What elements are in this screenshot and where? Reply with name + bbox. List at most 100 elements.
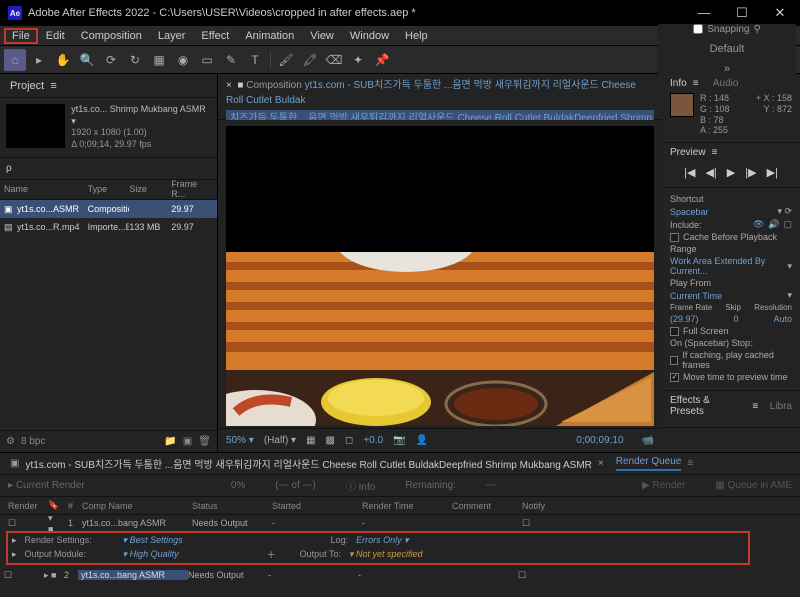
rq-item-row[interactable]: ☐ ▾ ■ 1 yt1s.co...bang ASMR Needs Output… [0,515,800,531]
render-checkbox[interactable]: ☐ [8,518,16,528]
render-info-button[interactable]: ⓘ Info [346,478,375,493]
eraser-tool-icon[interactable]: ⌫ [323,49,345,71]
workspace-more-icon[interactable]: » [724,63,730,75]
menu-composition[interactable]: Composition [73,28,150,44]
render-settings-link[interactable]: ▾ Best Settings [123,535,183,546]
next-frame-icon[interactable]: |▶ [745,166,756,179]
framerate-dropdown[interactable]: (29.97) [670,314,699,324]
output-to-link[interactable]: ▾ Not yet specified [349,549,423,560]
home-icon[interactable]: ⌂ [4,49,26,71]
fast-preview-icon[interactable]: ▦ [306,435,315,446]
transparency-icon[interactable]: ▩ [326,435,335,446]
delete-icon[interactable]: 🗑 [198,436,211,447]
bpc-toggle[interactable]: 8 bpc [21,436,45,447]
project-panel: Project ≡ yt1s.co... Shrimp Mukbang ASMR… [0,74,218,452]
menu-edit[interactable]: Edit [38,28,73,44]
camera-icon[interactable]: 📹 [642,435,654,446]
queue-ame-button[interactable]: ▦ Queue in AME [715,480,792,491]
project-search[interactable]: ρ [0,158,217,180]
skip-dropdown[interactable]: 0 [734,314,739,324]
menu-view[interactable]: View [302,28,342,44]
viewport[interactable] [218,120,662,428]
titlebar: Ae Adobe After Effects 2022 - C:\Users\U… [0,0,800,26]
orbit-tool-icon[interactable]: ⟳ [100,49,122,71]
zoom-tool-icon[interactable]: 🔍 [76,49,98,71]
cache-before-checkbox[interactable] [670,233,679,242]
fullscreen-checkbox[interactable] [670,327,679,336]
camera-tool-icon[interactable]: ▦ [148,49,170,71]
log-dropdown[interactable]: Errors Only ▾ [356,535,409,546]
include-video-icon[interactable]: 👁 [753,219,764,230]
type-tool-icon[interactable]: T [244,49,266,71]
pen-tool-icon[interactable]: ✎ [220,49,242,71]
project-thumbnail-row: yt1s.co... Shrimp Mukbang ASMR ▾ 1920 x … [0,98,217,158]
menu-window[interactable]: Window [342,28,397,44]
resolution-dropdown[interactable]: (Half) ▾ [264,435,296,446]
exposure-value[interactable]: +0.0 [363,435,383,446]
res-dropdown[interactable]: Auto [773,314,792,324]
brush-tool-icon[interactable]: 🖌 [275,49,297,71]
footage-icon: ▤ [4,222,14,232]
roto-tool-icon[interactable]: ✦ [347,49,369,71]
first-frame-icon[interactable]: |◀ [684,166,695,179]
new-folder-icon[interactable]: 📁 [164,436,176,447]
include-overlay-icon[interactable]: ▢ [783,219,792,230]
project-footer: ⚙ 8 bpc 📁 ▣ 🗑 [0,430,217,452]
ifcaching-checkbox[interactable] [670,356,678,365]
menu-file[interactable]: File [4,28,38,44]
info-tab[interactable]: Info [670,78,687,89]
shortcut-dropdown[interactable]: Spacebar [670,207,709,217]
show-snapshot-icon[interactable]: 👤 [416,435,428,446]
bottom-panel: ▣ yt1s.com - SUB치즈가득 두툼한 ...음면 먹방 새우튀김까지… [0,452,800,597]
rotate-tool-icon[interactable]: ↻ [124,49,146,71]
zoom-dropdown[interactable]: 50% ▾ [226,435,254,446]
movetime-checkbox[interactable]: ✓ [670,373,679,382]
new-comp-icon[interactable]: ▣ [183,436,192,447]
clone-tool-icon[interactable]: 🖍 [299,49,321,71]
range-dropdown[interactable]: Work Area Extended By Current... [670,256,787,276]
menu-animation[interactable]: Animation [237,28,302,44]
project-tab[interactable]: Project ≡ [0,74,217,98]
project-item[interactable]: ▣yt1s.co...ASMR Composition 29.97 [0,200,217,218]
last-frame-icon[interactable]: ▶| [767,166,778,179]
current-render-row: ▸ Current Render 0% (--- of ---) ⓘ Info … [0,475,800,497]
add-output-icon[interactable]: ＋ [267,548,276,561]
timecode[interactable]: 0;00;09;10 [576,435,623,446]
anchor-tool-icon[interactable]: ◉ [172,49,194,71]
menu-layer[interactable]: Layer [150,28,194,44]
rq-item-row[interactable]: ☐ ▸ ■ 2 yt1s.co...bang ASMR Needs Output… [0,567,800,583]
timeline-comp-tab[interactable]: yt1s.com - SUB치즈가득 두툼한 ...음면 먹방 새우튀김까지 리… [25,456,591,471]
output-module-link[interactable]: ▾ High Quality [123,549,179,560]
hand-tool-icon[interactable]: ✋ [52,49,74,71]
interpret-icon[interactable]: ⚙ [6,436,15,447]
preview-tab[interactable]: Preview [670,147,706,158]
prev-frame-icon[interactable]: ◀| [705,166,716,179]
preview-panel: Preview ≡ |◀ ◀| ▶ |▶ ▶| [662,143,800,188]
close-button[interactable]: ✕ [768,5,792,21]
shape-tool-icon[interactable]: ▭ [196,49,218,71]
window-title: Adobe After Effects 2022 - C:\Users\USER… [28,7,692,19]
maximize-button[interactable]: ☐ [730,5,754,21]
effects-presets-tab[interactable]: Effects & Presets [670,395,746,417]
project-item[interactable]: ▤yt1s.co...R.mp4 Importe...EX 133 MB 29.… [0,218,217,236]
menu-effect[interactable]: Effect [193,28,237,44]
libraries-tab[interactable]: Libra [770,401,792,412]
canvas [226,126,654,426]
snapshot-icon[interactable]: 📷 [393,435,405,446]
mask-icon[interactable]: ◻ [345,435,353,446]
snapping-toggle[interactable]: Snapping ⚲ [693,24,761,35]
audio-tab[interactable]: Audio [713,78,739,89]
color-swatch [670,93,694,117]
playfrom-dropdown[interactable]: Current Time [670,291,722,301]
project-columns: Name Type Size Frame R... [0,180,217,200]
rq-columns: Render 🔖 # Comp Name Status Started Rend… [0,497,800,515]
menu-help[interactable]: Help [397,28,436,44]
render-queue-tab[interactable]: Render Queue [616,456,682,471]
puppet-tool-icon[interactable]: 📌 [371,49,393,71]
render-button[interactable]: ▶ Render [642,480,685,491]
play-icon[interactable]: ▶ [727,166,735,179]
include-audio-icon[interactable]: 🔊 [768,219,779,230]
workspace-default[interactable]: Default [710,43,745,55]
selection-tool-icon[interactable]: ▸ [28,49,50,71]
minimize-button[interactable]: — [692,5,716,21]
